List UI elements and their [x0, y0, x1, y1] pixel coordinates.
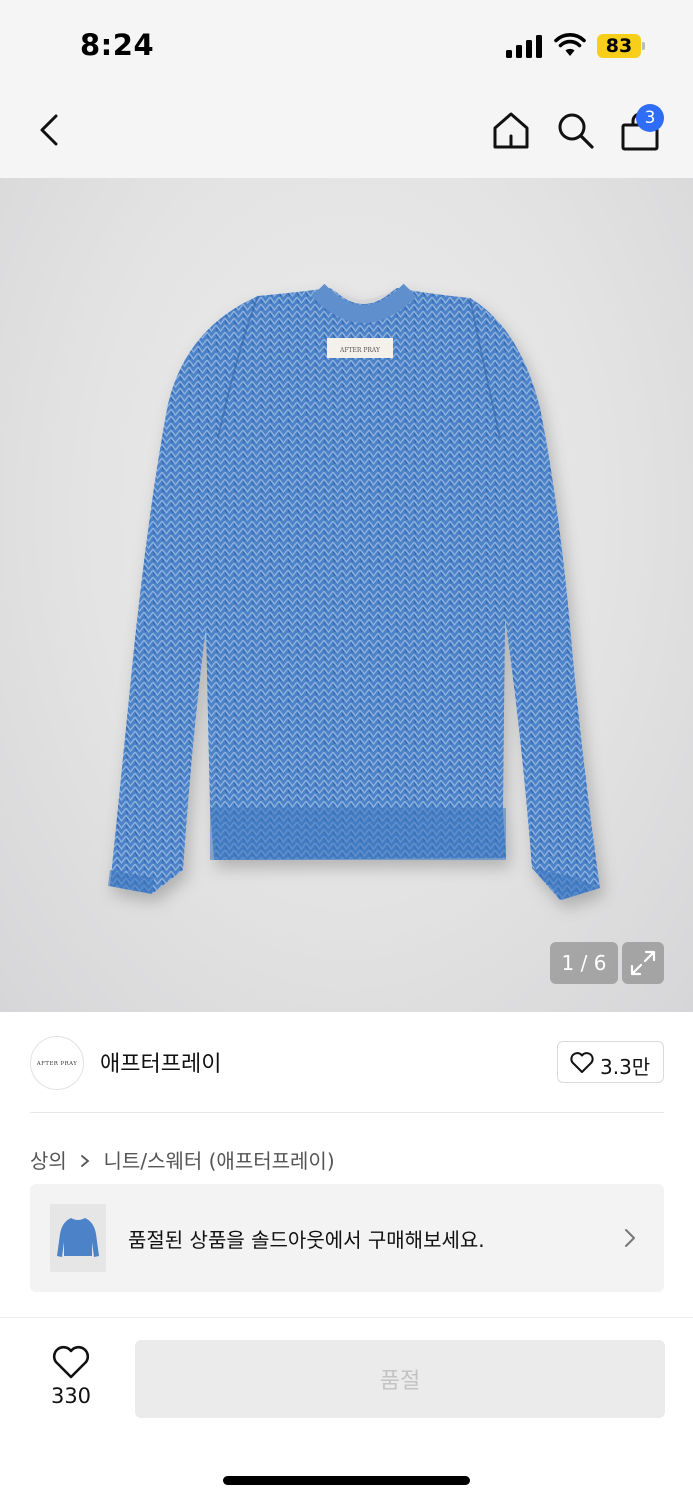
wish-count: 330 — [50, 1384, 92, 1408]
product-image-gallery[interactable]: AFTER PRAY — [0, 178, 693, 1012]
brand-like-button[interactable]: 3.3만 — [557, 1041, 664, 1083]
status-time: 8:24 — [80, 28, 155, 62]
sold-out-button[interactable]: 품절 — [135, 1340, 665, 1418]
home-indicator — [223, 1476, 470, 1485]
back-chevron-icon[interactable] — [30, 110, 70, 150]
divider — [0, 1317, 693, 1318]
svg-text:AFTER PRAY: AFTER PRAY — [339, 347, 381, 354]
heart-outline-icon[interactable] — [51, 1344, 91, 1380]
search-icon[interactable] — [555, 110, 595, 150]
chevron-right-icon — [625, 1229, 635, 1247]
status-bar: 8:24 83 — [0, 0, 693, 90]
battery-indicator: 83 — [597, 34, 645, 58]
image-page-counter: 1 / 6 — [550, 942, 618, 984]
soldout-banner-text: 품절된 상품을 솔드아웃에서 구매해보세요. — [128, 1228, 485, 1252]
breadcrumb-category[interactable]: 상의 — [30, 1149, 67, 1173]
chevron-right-icon — [81, 1155, 90, 1167]
cart-count-badge: 3 — [636, 104, 664, 132]
breadcrumb-subcategory[interactable]: 니트/스웨터 (애프터프레이) — [104, 1149, 335, 1173]
soldout-promo-banner[interactable]: 품절된 상품을 솔드아웃에서 구매해보세요. — [30, 1184, 664, 1292]
brand-like-count: 3.3만 — [600, 1055, 651, 1079]
brand-logo[interactable]: AFTER PRAY — [30, 1036, 84, 1090]
product-photo-sweater: AFTER PRAY — [108, 283, 600, 900]
product-thumbnail — [50, 1204, 106, 1272]
battery-level: 83 — [605, 35, 633, 57]
brand-name[interactable]: 애프터프레이 — [100, 1046, 221, 1078]
breadcrumb: 상의 니트/스웨터 (애프터프레이) — [30, 1145, 335, 1174]
home-icon[interactable] — [491, 110, 531, 150]
expand-icon[interactable] — [622, 942, 664, 984]
wifi-icon — [554, 33, 586, 56]
cellular-signal-icon — [506, 34, 542, 58]
heart-outline-icon — [570, 1052, 594, 1073]
divider — [30, 1112, 664, 1113]
